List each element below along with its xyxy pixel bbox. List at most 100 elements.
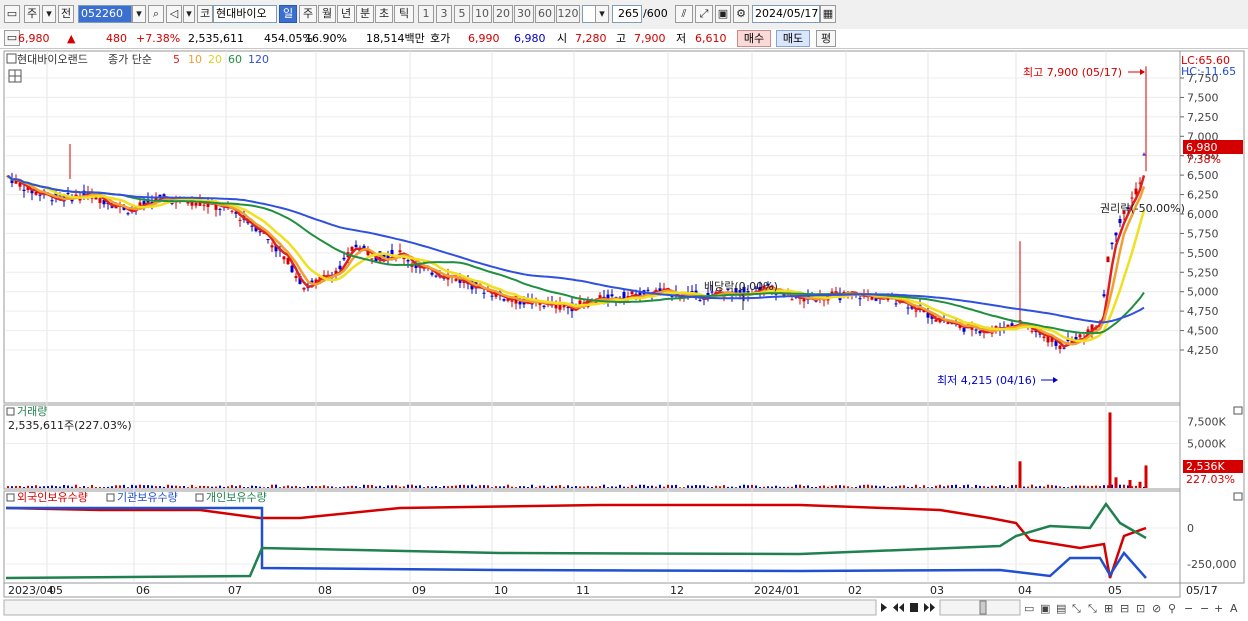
horizontal-scrollbar[interactable] — [3, 599, 877, 616]
volume-bar — [971, 487, 973, 488]
volume-bar — [911, 486, 913, 488]
holding-legend-box-icon[interactable] — [6, 493, 15, 502]
volume-bar — [635, 486, 637, 488]
eval-button[interactable]: 평 — [816, 30, 836, 47]
volume-bar — [299, 486, 301, 488]
period-select[interactable]: 주 — [24, 5, 40, 23]
y-tick-label: 7,500 — [1187, 91, 1219, 104]
period-week-button[interactable]: 주 — [299, 5, 317, 23]
period-day-button[interactable]: 일 — [279, 5, 297, 23]
holding-panel-close-icon[interactable] — [1233, 492, 1243, 501]
interval-5-button[interactable]: 5 — [454, 5, 470, 23]
zoom-tool-icon[interactable]: ⚲ — [1168, 602, 1176, 615]
volume-bar — [975, 484, 977, 488]
volume-panel[interactable] — [3, 404, 1181, 490]
high-price: 7,900 — [634, 32, 666, 45]
tool-icon-5[interactable]: ⊡ — [1136, 602, 1145, 615]
volume-bar — [699, 485, 701, 488]
speaker-dropdown-icon[interactable]: ▾ — [183, 5, 195, 23]
interval-120-button[interactable]: 120 — [556, 5, 580, 23]
stock-chart[interactable]: 7,7507,5007,2507,0006,7506,5006,2506,000… — [0, 48, 1248, 621]
volume-bar — [703, 485, 705, 488]
x-axis-label: 2023/04 — [8, 584, 54, 597]
plus-icon[interactable]: + — [1214, 602, 1223, 615]
custom-interval-dropdown-icon[interactable]: ▾ — [595, 5, 609, 23]
line-tool-icon[interactable]: ⤢ — [695, 5, 713, 23]
gear-icon[interactable]: ⚙ — [733, 5, 749, 23]
calendar-icon[interactable]: ▦ — [820, 5, 836, 23]
layout-icon-1[interactable]: ▭ — [1024, 602, 1034, 615]
tool-icon-4[interactable]: ⊟ — [1120, 602, 1129, 615]
code-label-button[interactable]: 코 — [197, 5, 213, 23]
period-month-button[interactable]: 월 — [318, 5, 336, 23]
layout-icon-3[interactable]: ▤ — [1056, 602, 1066, 615]
candle-body — [1042, 336, 1046, 338]
prev-button[interactable]: 전 — [58, 5, 74, 23]
tool-icon-2[interactable]: ⤡ — [1088, 602, 1097, 615]
volume-bar — [543, 485, 545, 488]
layout-icon-2[interactable]: ▣ — [1040, 602, 1050, 615]
stock-name-field[interactable]: 현대바이오 — [213, 5, 277, 23]
volume-bar — [239, 485, 241, 488]
volume-bar — [311, 486, 313, 488]
candle-body — [1114, 232, 1118, 236]
volume-bar — [727, 486, 729, 488]
zoom-out-icon[interactable]: − — [1184, 602, 1193, 615]
period-minute-button[interactable]: 분 — [356, 5, 374, 23]
zoom-slider-handle[interactable] — [979, 600, 987, 615]
y-tick-label: 5,000 — [1187, 286, 1219, 299]
volume-panel-close-icon[interactable] — [1233, 406, 1243, 415]
search-icon[interactable]: ⌕ — [148, 5, 164, 23]
font-size-icon[interactable]: A — [1230, 602, 1238, 615]
volume-bar — [127, 487, 129, 488]
minus-icon[interactable]: − — [1200, 602, 1209, 615]
period-tick-button[interactable]: 틱 — [394, 5, 414, 23]
bid-price: 6,980 — [514, 32, 546, 45]
scroll-right-icon[interactable] — [881, 603, 887, 612]
candle-type-icon[interactable]: ⫽ — [675, 5, 693, 23]
interval-10-button[interactable]: 10 — [472, 5, 492, 23]
period-second-button[interactable]: 초 — [375, 5, 393, 23]
interval-60-button[interactable]: 60 — [535, 5, 555, 23]
date-input[interactable]: 2024/05/17 — [752, 5, 820, 23]
volume-bar — [227, 486, 229, 488]
legend-institution-box-icon[interactable] — [106, 493, 115, 502]
window-icon[interactable]: ▭ — [4, 5, 20, 23]
stock-code-input[interactable]: 052260 — [78, 5, 132, 23]
volume-bar — [459, 484, 461, 488]
interval-20-button[interactable]: 20 — [493, 5, 513, 23]
volume-bar — [171, 485, 173, 488]
tool-icon-3[interactable]: ⊞ — [1104, 602, 1113, 615]
volume-bar — [1055, 485, 1057, 488]
volume-bar — [79, 487, 81, 488]
volume-bar — [335, 487, 337, 488]
scroll-right-fast-icon[interactable] — [924, 603, 935, 612]
volume-bar — [523, 486, 525, 488]
period-year-button[interactable]: 년 — [337, 5, 355, 23]
x-axis-end-label: 05/17 — [1186, 584, 1218, 597]
code-dropdown-icon[interactable]: ▾ — [132, 5, 146, 23]
x-axis-label: 03 — [930, 584, 944, 597]
speaker-icon[interactable]: ◁ — [166, 5, 182, 23]
chevron-down-icon[interactable]: ▾ — [42, 5, 56, 23]
y-tick-label: 6,000 — [1187, 208, 1219, 221]
stop-icon[interactable] — [910, 603, 918, 612]
buy-button[interactable]: 매수 — [737, 30, 771, 47]
volume-bar — [567, 485, 569, 488]
sell-button[interactable]: 매도 — [776, 30, 810, 47]
legend-box-icon[interactable] — [6, 53, 17, 64]
volume-bar — [571, 486, 573, 488]
volume-bar — [887, 486, 889, 488]
interval-1-button[interactable]: 1 — [418, 5, 434, 23]
interval-30-button[interactable]: 30 — [514, 5, 534, 23]
y-tick-label: 7,250 — [1187, 111, 1219, 124]
tool-icon-1[interactable]: ⤡ — [1072, 602, 1081, 615]
interval-3-button[interactable]: 3 — [436, 5, 452, 23]
legend-individual-box-icon[interactable] — [195, 493, 204, 502]
tool-icon-6[interactable]: ⊘ — [1152, 602, 1161, 615]
data-count-input[interactable]: 265 — [612, 5, 642, 23]
volume-legend-box-icon[interactable] — [6, 407, 15, 416]
save-icon[interactable]: ▣ — [715, 5, 731, 23]
volume-bar — [1027, 486, 1029, 488]
scroll-left-fast-icon[interactable] — [893, 603, 904, 612]
